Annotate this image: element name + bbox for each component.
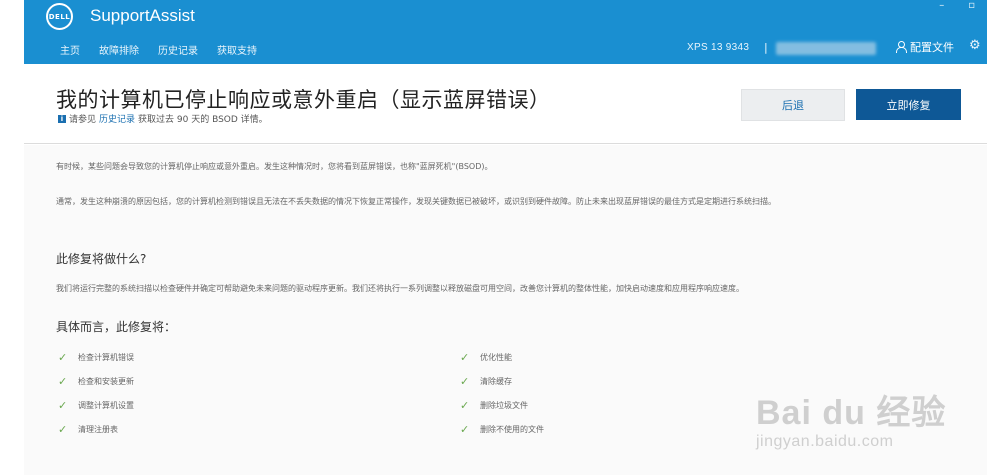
nav-item-history[interactable]: 历史记录 <box>158 42 198 57</box>
list-item-label: 优化性能 <box>480 352 512 362</box>
list-item: ✓ 删除不使用的文件 <box>460 417 544 441</box>
profile-button[interactable]: 配置文件 <box>895 39 954 55</box>
list-item-label: 调整计算机设置 <box>78 400 134 410</box>
list-item-label: 删除垃圾文件 <box>480 400 528 410</box>
check-icon: ✓ <box>460 422 470 436</box>
check-icon: ✓ <box>58 422 68 436</box>
check-icon: ✓ <box>460 350 470 364</box>
fix-list-right: ✓ 优化性能 ✓ 清除缓存 ✓ 删除垃圾文件 ✓ 删除不使用的文件 <box>460 345 544 441</box>
back-button[interactable]: 后退 <box>741 89 845 121</box>
what-paragraph: 我们将运行完整的系统扫描以检查硬件并确定可帮助避免未来问题的驱动程序更新。我们还… <box>56 284 744 293</box>
history-link[interactable]: 历史记录 <box>99 112 135 125</box>
logo-text: DELL <box>48 12 71 21</box>
list-item: ✓ 调整计算机设置 <box>58 393 134 417</box>
list-item: ✓ 检查和安装更新 <box>58 369 134 393</box>
cause-paragraph: 通常，发生这种崩溃的原因包括，您的计算机检测到错误且无法在不丢失数据的情况下恢复… <box>56 197 776 206</box>
list-item: ✓ 删除垃圾文件 <box>460 393 544 417</box>
check-icon: ✓ <box>460 374 470 388</box>
watermark-main: Bai du 经验 <box>756 394 947 432</box>
support-assist-window: DELL SupportAssist – ▫ 主页 故障排除 历史记录 获取支持… <box>24 0 987 475</box>
history-note: i 请参见 历史记录 获取过去 90 天的 BSOD 详情。 <box>58 112 268 125</box>
list-item: ✓ 优化性能 <box>460 345 544 369</box>
specific-heading: 具体而言，此修复将： <box>56 320 177 334</box>
nav-item-support[interactable]: 获取支持 <box>217 42 257 57</box>
device-model: XPS 13 9343 <box>687 42 750 53</box>
maximize-icon[interactable]: ▫ <box>968 0 975 11</box>
watermark-url: jingyan.baidu.com <box>756 433 894 450</box>
what-heading: 此修复将做什么? <box>56 252 147 266</box>
check-icon: ✓ <box>58 374 68 388</box>
main-nav: 主页 故障排除 历史记录 获取支持 <box>60 42 257 57</box>
fix-list-left: ✓ 检查计算机错误 ✓ 检查和安装更新 ✓ 调整计算机设置 ✓ 清理注册表 <box>58 345 134 441</box>
service-tag-redacted <box>776 42 876 55</box>
subnote-prefix: 请参见 <box>69 115 97 125</box>
nav-item-troubleshoot[interactable]: 故障排除 <box>99 42 139 57</box>
baidu-watermark: Bai du 经验 jingyan.baidu.com <box>756 377 986 472</box>
profile-label: 配置文件 <box>910 41 954 54</box>
gear-icon[interactable]: ⚙ <box>969 38 981 53</box>
fix-now-button[interactable]: 立即修复 <box>856 89 961 120</box>
list-item-label: 检查和安装更新 <box>78 376 134 386</box>
list-item: ✓ 清理注册表 <box>58 417 134 441</box>
intro-paragraph: 有时候，某些问题会导致您的计算机停止响应或意外重启。发生这种情况时，您将看到蓝屏… <box>56 162 493 171</box>
app-header: DELL SupportAssist – ▫ 主页 故障排除 历史记录 获取支持… <box>24 0 987 64</box>
device-separator: | <box>764 41 768 54</box>
list-item: ✓ 清除缓存 <box>460 369 544 393</box>
check-icon: ✓ <box>58 398 68 412</box>
page-title: 我的计算机已停止响应或意外重启（显示蓝屏错误） <box>56 88 551 112</box>
list-item-label: 删除不使用的文件 <box>480 424 544 434</box>
dell-logo: DELL <box>46 3 73 30</box>
list-item: ✓ 检查计算机错误 <box>58 345 134 369</box>
check-icon: ✓ <box>58 350 68 364</box>
subnote-suffix: 获取过去 90 天的 BSOD 详情。 <box>138 115 268 125</box>
window-controls: – ▫ <box>939 0 975 11</box>
list-item-label: 检查计算机错误 <box>78 352 134 362</box>
left-margin <box>0 0 24 475</box>
minimize-icon[interactable]: – <box>939 0 944 11</box>
list-item-label: 清除缓存 <box>480 376 512 386</box>
app-title: SupportAssist <box>90 6 195 25</box>
info-icon: i <box>58 114 66 123</box>
nav-item-home[interactable]: 主页 <box>60 42 80 57</box>
check-icon: ✓ <box>460 398 470 412</box>
list-item-label: 清理注册表 <box>78 424 118 434</box>
user-icon <box>895 41 907 53</box>
